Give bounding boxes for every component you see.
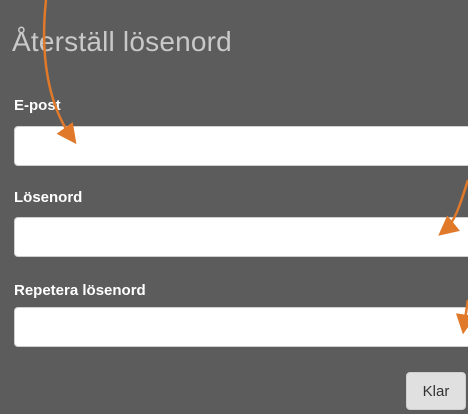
dialog-title: Återställ lösenord — [12, 26, 232, 57]
repeat-password-label: Repetera lösenord — [14, 282, 146, 299]
annotation-arrow — [42, 0, 77, 145]
repeat-password-field[interactable] — [14, 307, 468, 347]
password-label: Lösenord — [14, 189, 83, 206]
password-field[interactable] — [14, 217, 468, 257]
email-label: E-post — [14, 97, 61, 114]
annotation-arrows — [42, 0, 468, 335]
email-field[interactable] — [14, 126, 468, 166]
done-button[interactable]: Klar — [406, 372, 466, 410]
